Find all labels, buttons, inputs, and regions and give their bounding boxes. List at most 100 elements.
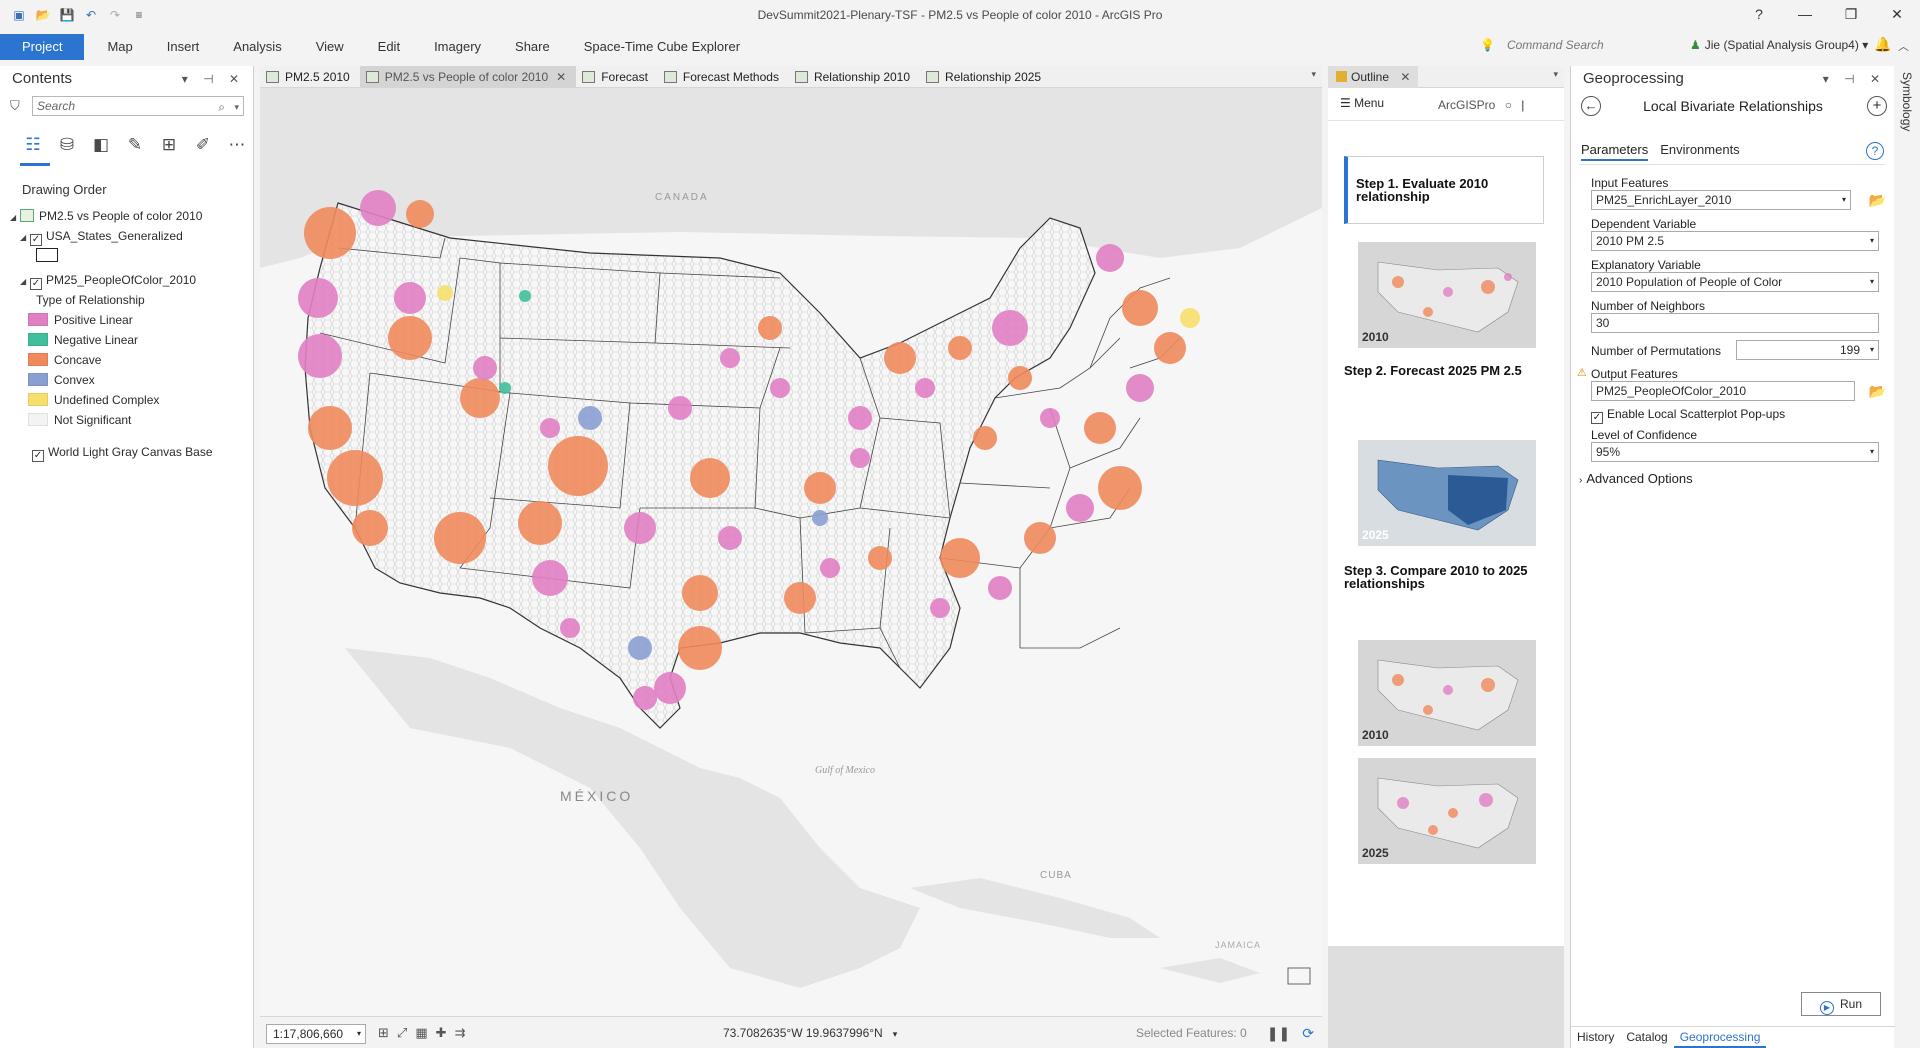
map-scale-selector[interactable]: 1:17,806,660 ▾ xyxy=(266,1024,366,1044)
fixed-zoom-icon[interactable]: ⊞ xyxy=(378,1025,389,1041)
hotspot-convex xyxy=(628,636,652,660)
ribbon-tab-analysis[interactable]: Analysis xyxy=(216,34,298,60)
layer-hex[interactable]: ◢ ✓ PM25_PeopleOfColor_2010 xyxy=(10,270,213,290)
map-canvas[interactable]: CANADA MÉXICO Gulf of Mexico CUBA JAMAIC… xyxy=(260,88,1322,1016)
help-icon[interactable]: ? xyxy=(1866,142,1884,160)
neighbors-field[interactable]: 30 xyxy=(1591,313,1879,333)
pane-controls[interactable]: ▾ ⊣ ✕ xyxy=(1823,66,1886,92)
advanced-options-toggle[interactable]: › Advanced Options xyxy=(1579,471,1693,486)
view-tab-forecast-methods[interactable]: Forecast Methods xyxy=(658,66,789,88)
list-by-drawing-order-icon[interactable]: ☷ xyxy=(22,134,44,156)
add-icon[interactable]: + xyxy=(1867,96,1887,116)
notification-bell-icon[interactable]: 🔔 xyxy=(1874,36,1891,53)
grid-icon[interactable]: ▦ xyxy=(415,1025,427,1041)
scale-dropdown-icon[interactable]: ▾ xyxy=(357,1025,361,1043)
step-1-card[interactable]: Step 1. Evaluate 2010 relationship xyxy=(1344,156,1544,224)
view-tab-relationship-2025[interactable]: Relationship 2025 xyxy=(920,66,1051,88)
story-menu-button[interactable]: ☰ Menu xyxy=(1340,96,1384,110)
outline-tab[interactable]: Outline ✕ xyxy=(1328,66,1419,88)
view-tab-forecast[interactable]: Forecast xyxy=(576,66,658,88)
collapse-ribbon-icon[interactable]: ︿ xyxy=(1898,38,1909,54)
step-3-thumbnail-2010[interactable]: 2010 xyxy=(1358,640,1536,746)
pause-drawing-icon[interactable]: ❚❚ xyxy=(1267,1025,1290,1042)
tab-catalog[interactable]: Catalog xyxy=(1620,1027,1673,1048)
outline-dropdown-icon[interactable]: ▾ xyxy=(1553,69,1558,80)
ribbon-tab-insert[interactable]: Insert xyxy=(150,34,217,60)
search-options-dropdown-icon[interactable]: ▾ xyxy=(234,98,239,116)
dropdown-icon[interactable]: ▾ xyxy=(1870,341,1874,359)
dropdown-icon[interactable]: ▾ xyxy=(1870,273,1874,291)
expand-icon[interactable]: ◢ xyxy=(10,208,20,228)
view-tab-relationship-2010[interactable]: Relationship 2010 xyxy=(789,66,920,88)
minimize-button[interactable]: — xyxy=(1782,6,1828,23)
confidence-field[interactable]: 95% ▾ xyxy=(1591,442,1879,462)
step-1-thumbnail[interactable]: 2010 xyxy=(1358,242,1536,348)
tab-history[interactable]: History xyxy=(1571,1027,1620,1048)
filter-icon[interactable]: ⛉ xyxy=(10,98,20,114)
contents-search-input[interactable]: Search ⌕ ▾ xyxy=(32,96,244,116)
layer-visibility-checkbox[interactable]: ✓ xyxy=(30,234,42,246)
expand-icon[interactable]: ◢ xyxy=(20,228,30,248)
view-tabs-dropdown-icon[interactable]: ▾ xyxy=(1311,69,1316,80)
dependent-variable-field[interactable]: 2010 PM 2.5 ▾ xyxy=(1591,231,1879,251)
ribbon-tab-map[interactable]: Map xyxy=(90,34,149,60)
tab-geoprocessing[interactable]: Geoprocessing xyxy=(1673,1027,1767,1048)
ribbon-tab-imagery[interactable]: Imagery xyxy=(417,34,498,60)
browse-folder-icon[interactable]: 📂 xyxy=(1869,383,1886,400)
rotation-icon[interactable]: ⇉ xyxy=(455,1025,466,1041)
popups-row[interactable]: ✓ Enable Local Scatterplot Pop-ups xyxy=(1591,407,1785,424)
step-3-card[interactable]: Step 3. Compare 2010 to 2025 relationshi… xyxy=(1344,564,1544,590)
list-by-editing-icon[interactable]: ✎ xyxy=(124,134,146,156)
list-by-labeling-icon[interactable]: ✐ xyxy=(192,134,214,156)
layer-states[interactable]: ◢ ✓ USA_States_Generalized xyxy=(10,226,213,246)
full-extent-icon[interactable]: ⤢ xyxy=(397,1025,407,1041)
more-options-icon[interactable]: ⋯ xyxy=(226,134,248,156)
view-tab-pm2-5-2010[interactable]: PM2.5 2010 xyxy=(260,66,360,88)
ribbon-tab-space-time-cube-explorer[interactable]: Space-Time Cube Explorer xyxy=(567,34,757,60)
ribbon-tab-project[interactable]: Project xyxy=(0,34,85,60)
permutations-field[interactable]: 199 ▾ xyxy=(1736,340,1879,360)
layer-visibility-checkbox[interactable]: ✓ xyxy=(32,450,44,462)
close-outline-icon[interactable]: ✕ xyxy=(1400,70,1410,84)
pane-controls[interactable]: ▾ ⊣ ✕ xyxy=(182,66,245,92)
user-account[interactable]: ♟ Jie (Spatial Analysis Group4) ▾ xyxy=(1690,34,1868,56)
explanatory-variable-field[interactable]: 2010 Population of People of Color ▾ xyxy=(1591,272,1879,292)
output-features-field[interactable]: PM25_PeopleOfColor_2010 xyxy=(1591,381,1855,401)
dropdown-icon[interactable]: ▾ xyxy=(1842,191,1846,209)
confidence-label: Level of Confidence xyxy=(1591,428,1698,442)
refresh-icon[interactable]: ⟳ xyxy=(1302,1025,1314,1042)
popups-checkbox[interactable]: ✓ xyxy=(1591,412,1603,424)
step-3-thumbnail-2025[interactable]: 2025 xyxy=(1358,758,1536,864)
ribbon-tab-edit[interactable]: Edit xyxy=(361,34,417,60)
help-button[interactable]: ? xyxy=(1736,6,1782,23)
run-button[interactable]: ▶ Run xyxy=(1801,992,1881,1016)
command-search[interactable]: 💡 Command Search xyxy=(1480,34,1680,56)
tab-parameters[interactable]: Parameters xyxy=(1581,142,1649,161)
list-by-selection-icon[interactable]: ◧ xyxy=(90,134,112,156)
close-tab-icon[interactable]: ✕ xyxy=(556,66,566,88)
input-features-field[interactable]: PM25_EnrichLayer_2010 ▾ xyxy=(1591,190,1851,210)
view-tab-pm2-5-vs-people-of-color-2010[interactable]: PM2.5 vs People of color 2010 ✕ xyxy=(359,66,577,88)
search-icon[interactable]: ⌕ xyxy=(218,98,225,116)
layer-basemap[interactable]: ✓ World Light Gray Canvas Base xyxy=(10,442,213,462)
list-by-snapping-icon[interactable]: ⊞ xyxy=(158,134,180,156)
step-2-thumbnail[interactable]: 2025 xyxy=(1358,440,1536,546)
dropdown-icon[interactable]: ▾ xyxy=(1870,443,1874,461)
search-circle-icon[interactable]: ○ xyxy=(1505,98,1512,112)
step-2-card[interactable]: Step 2. Forecast 2025 PM 2.5 xyxy=(1344,364,1544,377)
list-by-data-source-icon[interactable]: ⛁ xyxy=(56,134,78,156)
map-node[interactable]: ◢ PM2.5 vs People of color 2010 xyxy=(10,206,213,226)
expand-icon[interactable]: ◢ xyxy=(20,272,30,292)
snapping-icon[interactable]: ✚ xyxy=(436,1025,447,1041)
browse-folder-icon[interactable]: 📂 xyxy=(1869,192,1886,209)
coordinate-readout[interactable]: 73.7082635°W 19.9637996°N ▾ xyxy=(723,1026,897,1040)
layer-visibility-checkbox[interactable]: ✓ xyxy=(30,278,42,290)
ribbon-tab-view[interactable]: View xyxy=(299,34,361,60)
ribbon-tab-share[interactable]: Share xyxy=(498,34,567,60)
dropdown-icon[interactable]: ▾ xyxy=(1870,232,1874,250)
restore-button[interactable]: ❐ xyxy=(1828,6,1874,23)
close-window-button[interactable]: ✕ xyxy=(1874,6,1920,23)
coords-dropdown-icon[interactable]: ▾ xyxy=(893,1029,898,1039)
symbology-side-tab[interactable]: Symbology xyxy=(1896,66,1920,1048)
tab-environments[interactable]: Environments xyxy=(1660,142,1739,161)
